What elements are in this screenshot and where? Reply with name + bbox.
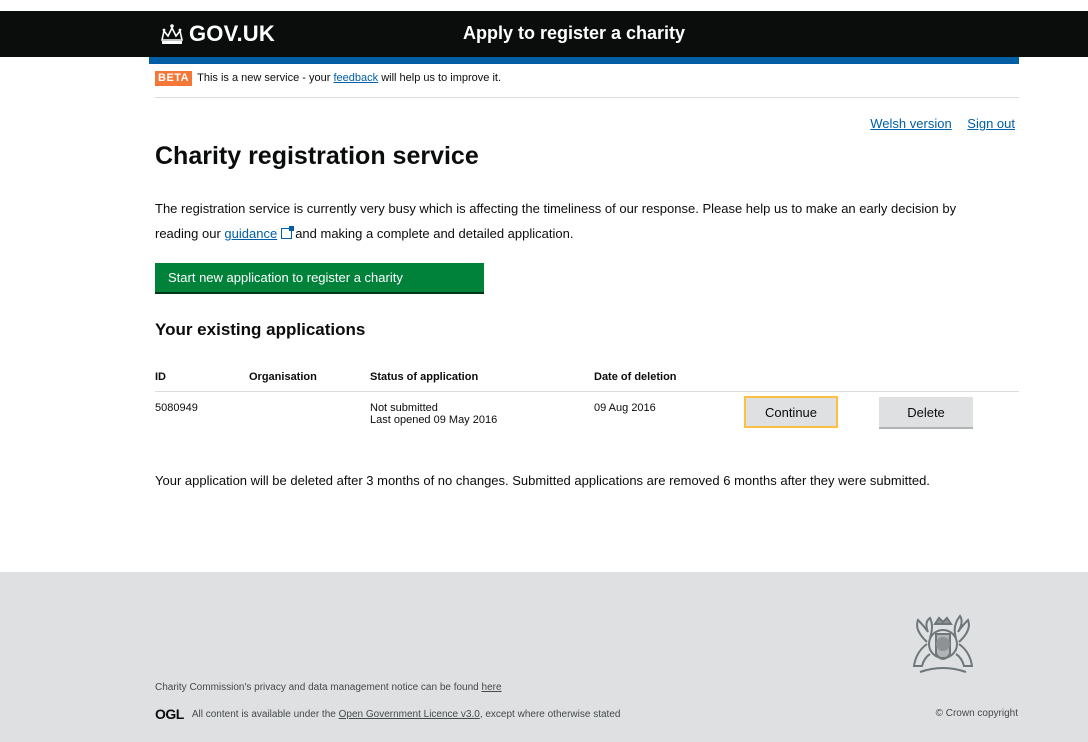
delete-button[interactable]: Delete <box>879 397 973 429</box>
service-name[interactable]: Apply to register a charity <box>463 23 685 44</box>
ogl-logo: OGL <box>155 706 184 722</box>
page-title: Charity registration service <box>155 142 479 170</box>
sign-out-link[interactable]: Sign out <box>967 116 1015 131</box>
table-row: 5080949 Not submitted Last opened 09 May… <box>155 392 1019 443</box>
crown-copyright-link[interactable]: © Crown copyright <box>936 708 1018 719</box>
start-application-button[interactable]: Start new application to register a char… <box>155 263 484 294</box>
ogl-licence-link[interactable]: Open Government Licence v3.0 <box>339 709 480 720</box>
govuk-header: GOV.UK Apply to register a charity <box>0 11 1088 57</box>
feedback-link[interactable]: feedback <box>333 72 378 84</box>
beta-text-before: This is a new service - your <box>197 72 331 84</box>
beta-text: This is a new service - your feedback wi… <box>197 71 501 86</box>
licence-notice: OGL All content is available under the O… <box>155 706 620 722</box>
retention-notice: Your application will be deleted after 3… <box>155 473 930 488</box>
account-links: Welsh version Sign out <box>858 116 1015 131</box>
cell-actions: Continue Delete <box>744 392 1019 443</box>
column-header-id: ID <box>155 362 249 392</box>
beta-tag: BETA <box>155 71 193 86</box>
cell-status: Not submitted Last opened 09 May 2016 <box>370 392 594 443</box>
cell-deletion-date: 09 Aug 2016 <box>594 402 656 414</box>
column-header-deletion-date: Date of deletion <box>594 362 744 392</box>
guidance-link[interactable]: guidance <box>224 226 277 241</box>
last-opened-text: Last opened 09 May 2016 <box>370 414 498 426</box>
top-strip <box>0 0 1088 11</box>
royal-coat-of-arms-icon <box>900 612 986 680</box>
cell-organisation <box>249 392 370 443</box>
table-header-row: ID Organisation Status of application Da… <box>155 362 1019 392</box>
continue-button[interactable]: Continue <box>744 396 838 428</box>
existing-applications-heading: Your existing applications <box>155 320 366 339</box>
privacy-notice: Charity Commission's privacy and data ma… <box>155 682 502 693</box>
intro-text-after: and making a complete and detailed appli… <box>295 226 574 241</box>
column-header-actions <box>744 362 1019 392</box>
welsh-version-link[interactable]: Welsh version <box>870 116 951 131</box>
external-link-icon <box>281 226 295 239</box>
licence-text-after: , except where otherwise stated <box>479 708 621 720</box>
privacy-text: Charity Commission's privacy and data ma… <box>155 682 479 693</box>
logo-text: GOV.UK <box>189 21 275 46</box>
privacy-here-link[interactable]: here <box>482 682 502 693</box>
applications-table: ID Organisation Status of application Da… <box>155 362 1019 442</box>
page-footer: Charity Commission's privacy and data ma… <box>0 572 1088 742</box>
header-blue-line <box>149 57 1019 64</box>
beta-banner: BETA This is a new service - your feedba… <box>155 71 1019 98</box>
column-header-status: Status of application <box>370 362 594 392</box>
crown-icon <box>159 23 185 45</box>
beta-text-after: will help us to improve it. <box>381 72 502 84</box>
column-header-organisation: Organisation <box>249 362 370 392</box>
status-text: Not submitted <box>370 402 438 414</box>
intro-text: The registration service is currently ve… <box>155 196 995 246</box>
govuk-logo-link[interactable]: GOV.UK <box>159 21 275 46</box>
cell-id: 5080949 <box>155 402 198 414</box>
licence-text-before: All content is available under the <box>191 708 336 720</box>
